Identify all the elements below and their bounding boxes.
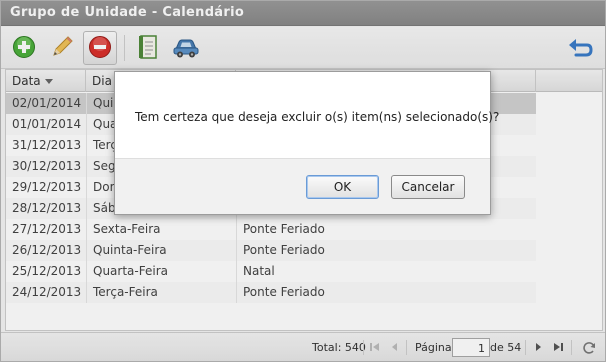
cancel-button[interactable]: Cancelar (391, 175, 465, 199)
ok-button[interactable]: OK (306, 175, 379, 199)
dialog-footer: OK Cancelar (115, 158, 490, 214)
dialog-message: Tem certeza que deseja excluir o(s) item… (135, 110, 500, 124)
confirm-delete-dialog: Tem certeza que deseja excluir o(s) item… (114, 71, 499, 215)
